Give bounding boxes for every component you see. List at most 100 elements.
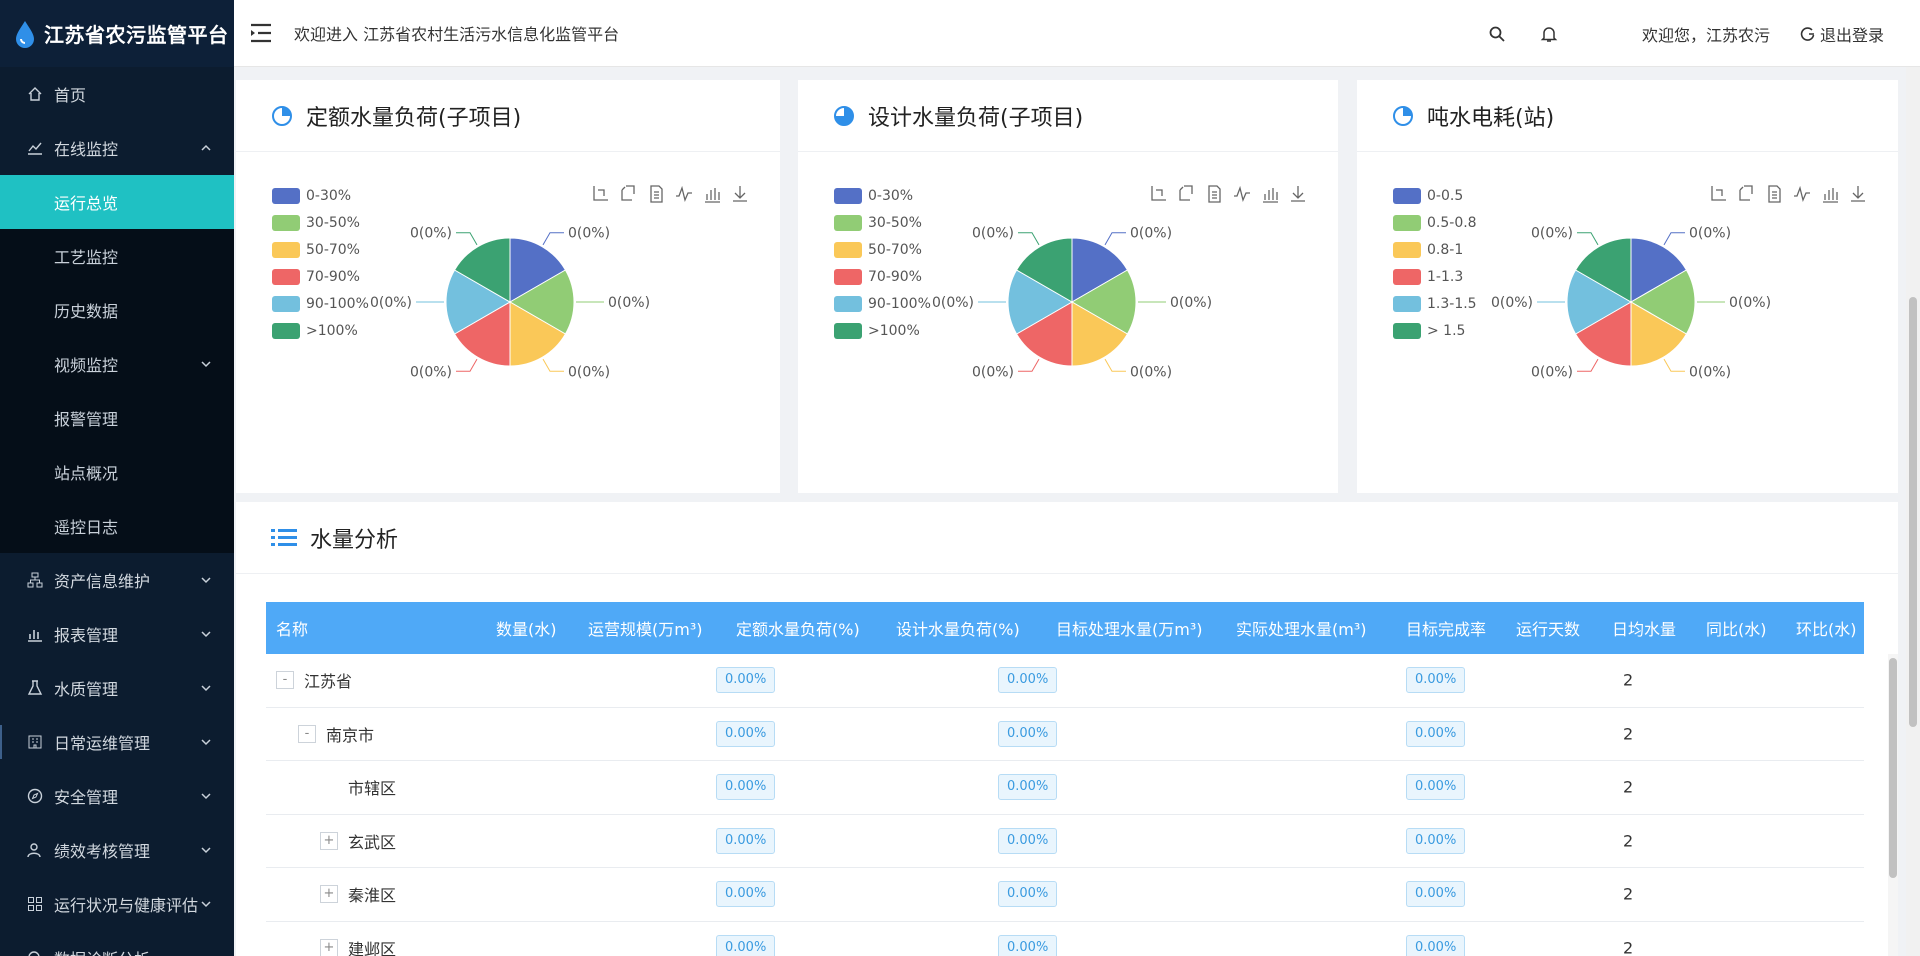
pie-data-label: 0(0%) <box>1689 364 1731 380</box>
pie-label-line <box>456 358 478 372</box>
percent-badge: 0.00% <box>1406 881 1466 908</box>
table-scrollbar-thumb[interactable] <box>1889 658 1897 878</box>
nav-home[interactable]: 首页 <box>0 67 234 121</box>
pie-label-line <box>1663 232 1685 246</box>
card-title: 设计水量负荷(子项目) <box>868 105 1084 131</box>
pie-data-label: 0(0%) <box>568 226 610 242</box>
percent-badge: 0.00% <box>1406 774 1466 801</box>
bell-icon[interactable] <box>1540 25 1558 43</box>
column-header[interactable]: 运营规模(万m³) <box>588 616 703 640</box>
nav-safety[interactable]: 安全管理 <box>0 769 234 823</box>
column-header[interactable]: 运行天数 <box>1516 616 1580 640</box>
sub-item-process[interactable]: 工艺监控 <box>0 229 234 283</box>
sub-item-station[interactable]: 站点概况 <box>0 445 234 499</box>
sub-item-video[interactable]: 视频监控 <box>0 337 234 391</box>
table-row[interactable]: + 建邺区 0.00% 0.00% 0.00% 2 <box>266 922 1864 956</box>
nav-daily-ops[interactable]: 日常运维管理 <box>0 715 234 769</box>
chevron-down-icon <box>201 685 211 692</box>
expand-icon[interactable]: + <box>320 885 338 904</box>
nav-home-label: 首页 <box>54 86 87 105</box>
pie-data-label: 0(0%) <box>410 226 452 242</box>
pie-data-label: 0(0%) <box>1130 364 1172 380</box>
column-header[interactable]: 实际处理水量(m³) <box>1236 616 1367 640</box>
pie-data-label: 0(0%) <box>1729 295 1771 311</box>
logout-label: 退出登录 <box>1819 25 1884 45</box>
menu-fold-icon[interactable] <box>248 22 274 44</box>
pie-data-label: 0(0%) <box>568 364 610 380</box>
daily-value: 2 <box>1623 777 1634 797</box>
sub-item-history[interactable]: 历史数据 <box>0 283 234 337</box>
table-row[interactable]: - 江苏省 0.00% 0.00% 0.00% 2 <box>266 654 1864 708</box>
percent-badge: 0.00% <box>716 881 776 908</box>
card-title: 定额水量负荷(子项目) <box>306 105 522 131</box>
nav-asset[interactable]: 资产信息维护 <box>0 553 234 607</box>
sub-item-remote-log[interactable]: 遥控日志 <box>0 499 234 553</box>
nav-label: 安全管理 <box>54 788 119 807</box>
nav-data-diagnosis[interactable]: 数据诊断分析 <box>0 931 234 956</box>
pie-label-line <box>1577 358 1599 372</box>
column-header[interactable]: 数量(水) <box>496 616 557 640</box>
card-header: 水量分析 <box>236 502 1898 574</box>
power-per-ton-card: 吨水电耗(站) 0-0.5 0.5-0.8 0.8-1 1-1.3 1.3-1.5 > 1… <box>1357 80 1898 493</box>
collapse-icon[interactable]: - <box>276 671 294 690</box>
nav-report[interactable]: 报表管理 <box>0 607 234 661</box>
table-row[interactable]: + 玄武区 0.00% 0.00% 0.00% 2 <box>266 815 1864 868</box>
expand-icon[interactable]: + <box>320 938 338 956</box>
row-name: 南京市 <box>326 725 375 745</box>
row-name: 江苏省 <box>304 672 353 692</box>
pie-data-label: 0(0%) <box>932 295 974 311</box>
page-scrollbar[interactable] <box>1906 67 1920 956</box>
daily-value: 2 <box>1623 938 1634 956</box>
pie-label-line <box>1104 232 1126 246</box>
chevron-down-icon <box>201 739 211 746</box>
logout-button[interactable]: 退出登录 <box>1800 22 1884 46</box>
nav-water-quality[interactable]: 水质管理 <box>0 661 234 715</box>
collapse-icon[interactable]: - <box>298 724 316 743</box>
compass-icon <box>26 787 44 805</box>
column-header[interactable]: 设计水量负荷(%) <box>896 616 1020 640</box>
list-icon <box>271 528 297 546</box>
table-scrollbar[interactable] <box>1888 654 1898 956</box>
nav-label: 水质管理 <box>54 680 119 699</box>
nav-performance[interactable]: 绩效考核管理 <box>0 823 234 877</box>
table-row[interactable]: 市辖区 0.00% 0.00% 0.00% 2 <box>266 761 1864 815</box>
pie-data-label: 0(0%) <box>370 295 412 311</box>
online-submenu: 运行总览 工艺监控 历史数据 视频监控 报警管理 站点概况 遥控日志 <box>0 175 234 553</box>
pie-chart: 0(0%) 0(0%) 0(0%) 0(0%) 0(0%) 0(0%) <box>370 226 650 381</box>
line-chart-icon <box>26 139 44 157</box>
table-row[interactable]: - 南京市 0.00% 0.00% 0.00% 2 <box>266 708 1864 761</box>
pie-chart-icon <box>272 105 292 126</box>
page-scrollbar-thumb[interactable] <box>1909 297 1917 727</box>
column-header[interactable]: 日均水量 <box>1612 616 1676 640</box>
sub-item-overview[interactable]: 运行总览 <box>0 175 234 229</box>
app-logo[interactable]: 江苏省农污监管平台 <box>0 0 234 67</box>
pie-label-line <box>542 232 564 246</box>
column-header[interactable]: 环比(水) <box>1796 616 1857 640</box>
pie-data-label: 0(0%) <box>1531 226 1573 242</box>
pie-data-label: 0(0%) <box>1491 295 1533 311</box>
row-name: 玄武区 <box>348 832 397 852</box>
welcome-text: 欢迎进入 江苏省农村生活污水信息化监管平台 <box>294 25 620 44</box>
nav-health-eval[interactable]: 运行状况与健康评估 <box>0 877 234 931</box>
expand-icon[interactable]: + <box>320 831 338 850</box>
sub-item-label: 历史数据 <box>54 302 119 321</box>
quota-load-card: 定额水量负荷(子项目) 0-30% 30-50% 50-70% 70-90% 90-10… <box>236 80 780 493</box>
column-header[interactable]: 定额水量负荷(%) <box>736 616 860 640</box>
column-header[interactable]: 名称 <box>276 616 308 640</box>
chevron-down-icon <box>201 577 211 584</box>
pie-chart: 0(0%) 0(0%) 0(0%) 0(0%) 0(0%) 0(0%) <box>1491 226 1771 381</box>
column-header[interactable]: 目标处理水量(万m³) <box>1056 616 1203 640</box>
top-header: 欢迎进入 江苏省农村生活污水信息化监管平台 欢迎您，江苏农污 退出登录 <box>234 0 1920 67</box>
nav-online-monitor[interactable]: 在线监控 <box>0 121 234 175</box>
sub-item-label: 站点概况 <box>54 464 119 483</box>
daily-value: 2 <box>1623 884 1634 904</box>
percent-badge: 0.00% <box>998 667 1058 694</box>
sub-item-alarm[interactable]: 报警管理 <box>0 391 234 445</box>
card-header: 定额水量负荷(子项目) <box>236 80 780 152</box>
table-row[interactable]: + 秦淮区 0.00% 0.00% 0.00% 2 <box>266 868 1864 922</box>
column-header[interactable]: 目标完成率 <box>1406 616 1486 640</box>
card-header: 吨水电耗(站) <box>1357 80 1898 152</box>
search-icon[interactable] <box>1488 25 1506 43</box>
pie-label-line <box>1018 358 1040 372</box>
column-header[interactable]: 同比(水) <box>1706 616 1767 640</box>
